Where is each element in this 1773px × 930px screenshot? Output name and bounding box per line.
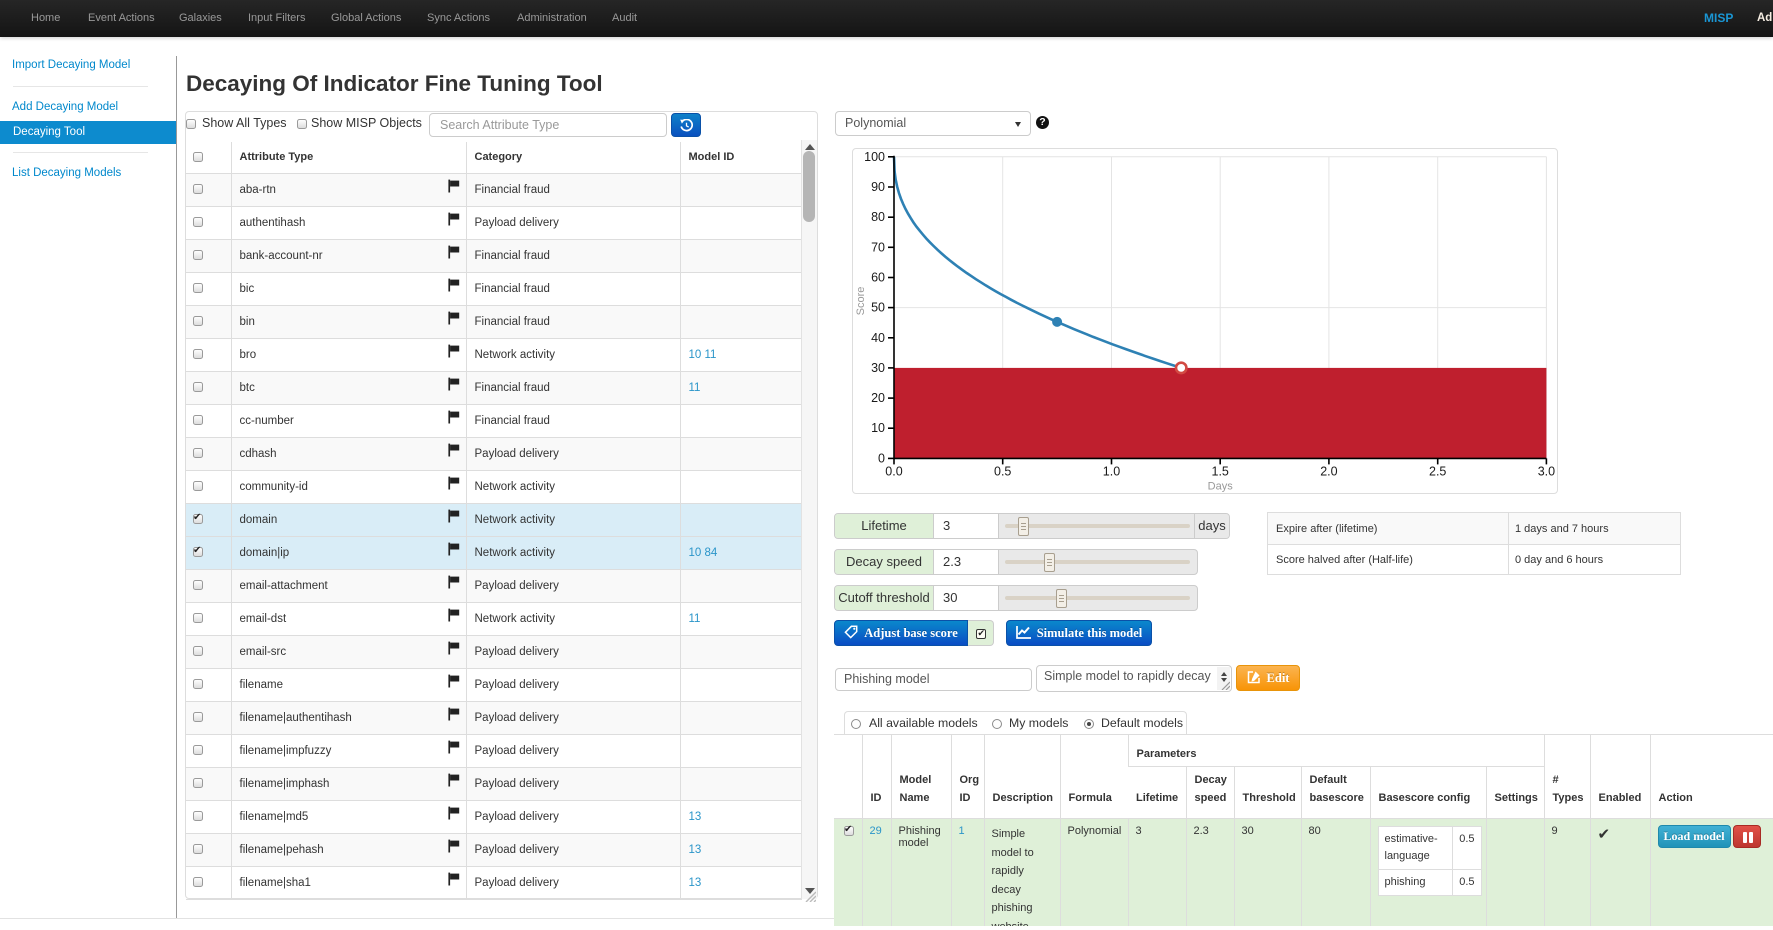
svg-text:3.0: 3.0 [1538,464,1555,478]
svg-text:20: 20 [871,391,885,405]
svg-text:2.5: 2.5 [1429,464,1446,478]
svg-text:50: 50 [871,301,885,315]
svg-text:10: 10 [871,421,885,435]
svg-text:1.0: 1.0 [1103,464,1120,478]
svg-text:40: 40 [871,331,885,345]
svg-text:Score: Score [855,287,867,316]
svg-text:30: 30 [871,361,885,375]
svg-text:90: 90 [871,180,885,194]
svg-text:Days: Days [1208,480,1234,492]
svg-text:0.5: 0.5 [994,464,1011,478]
svg-text:100: 100 [864,150,885,164]
svg-text:60: 60 [871,271,885,285]
svg-text:1.5: 1.5 [1212,464,1229,478]
svg-text:2.0: 2.0 [1320,464,1337,478]
svg-text:0.0: 0.0 [885,464,902,478]
svg-text:80: 80 [871,210,885,224]
svg-text:0: 0 [878,451,885,465]
svg-text:70: 70 [871,240,885,254]
